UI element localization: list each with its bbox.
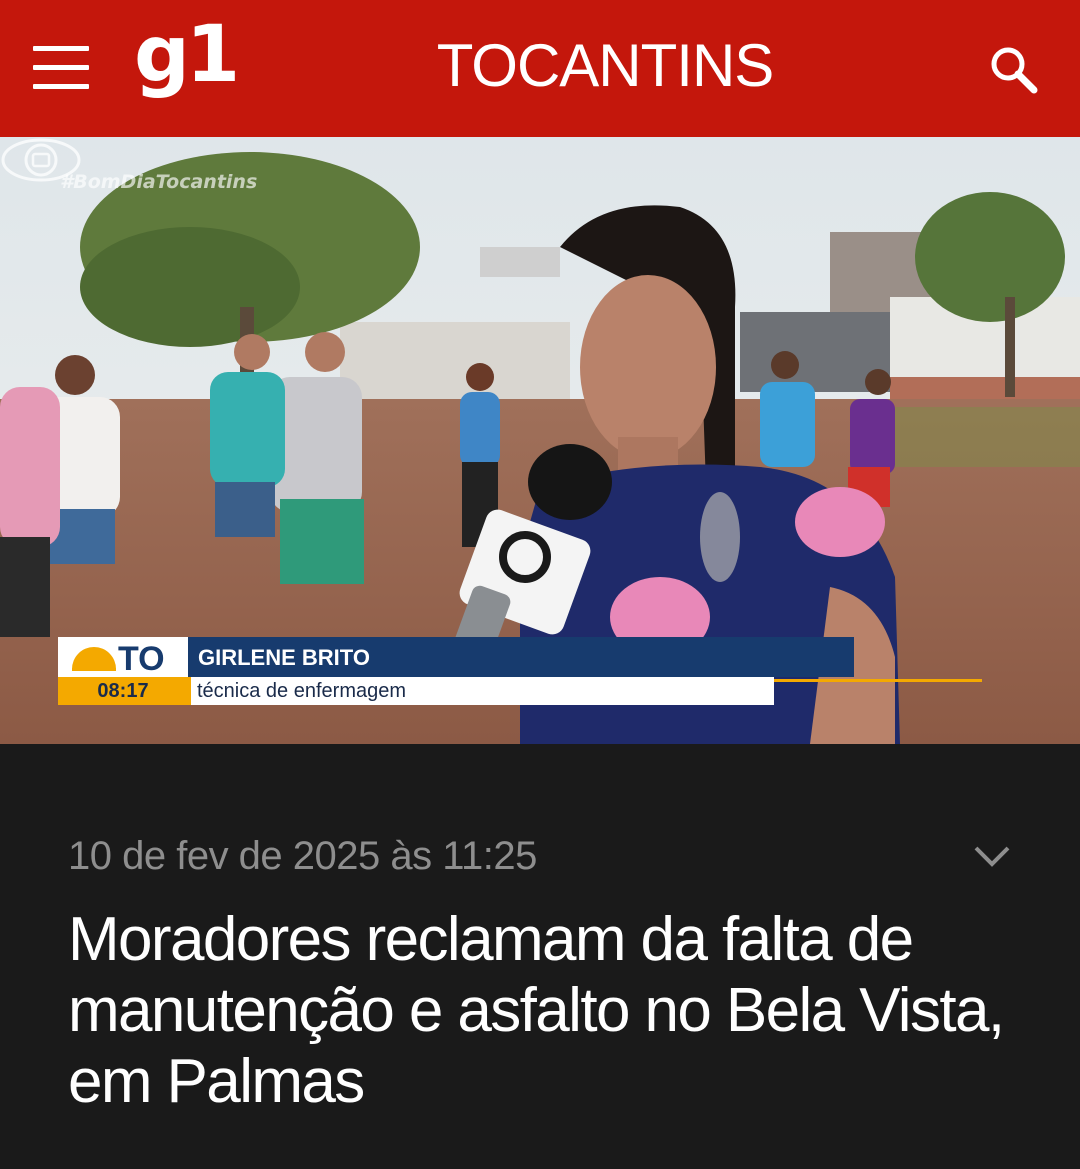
region-title: TOCANTINS	[436, 32, 775, 99]
caption-divider	[774, 679, 982, 682]
globo-logo-icon	[1, 138, 81, 182]
show-watermark: #BomDiaTocantins	[60, 171, 258, 193]
article-headline[interactable]: Moradores reclamam da falta de manutençã…	[68, 904, 1028, 1117]
news-video-thumbnail[interactable]: #BomDiaTocantins TO 08:17 GIRLENE BRITO …	[0, 137, 1080, 744]
app-header: g1 TOCANTINS	[0, 0, 1080, 137]
chevron-down-icon[interactable]	[972, 842, 1012, 872]
station-logo: TO	[58, 637, 188, 677]
search-icon[interactable]	[988, 44, 1040, 96]
interviewee-role: técnica de enfermagem	[188, 677, 774, 705]
publish-date: 10 de fev de 2025 às 11:25	[68, 834, 537, 878]
interviewee-name: GIRLENE BRITO	[188, 637, 854, 677]
lower-third-caption: TO 08:17 GIRLENE BRITO técnica de enferm…	[58, 637, 982, 705]
station-label: TO	[118, 640, 165, 677]
broadcast-time: 08:17	[58, 677, 188, 705]
